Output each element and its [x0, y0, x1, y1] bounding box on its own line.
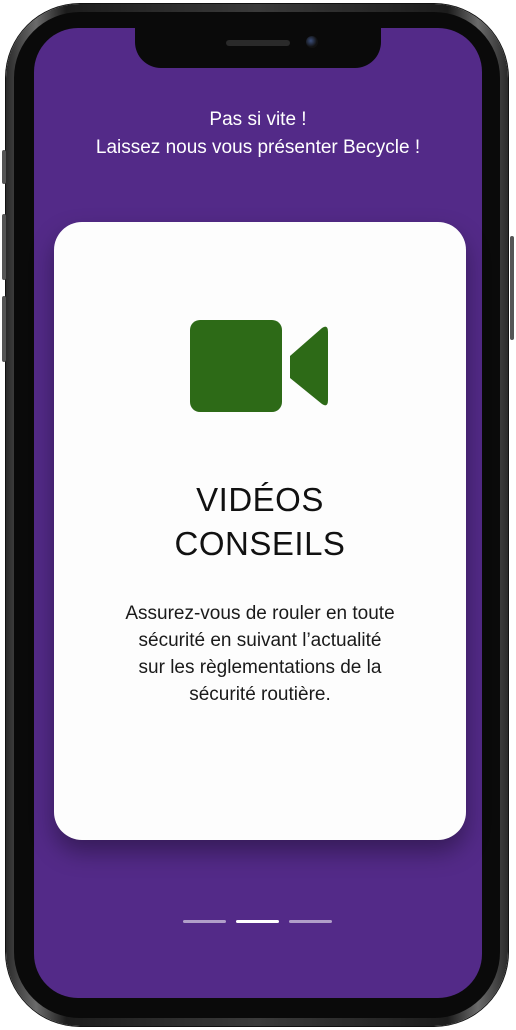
card-description: Assurez-vous de rouler en toute sécurité…: [54, 600, 466, 708]
intro-text: Pas si vite ! Laissez nous vous présente…: [34, 106, 482, 162]
page-dot-3[interactable]: [289, 920, 332, 923]
side-button-volume-up: [2, 214, 6, 280]
page-dot-2-active[interactable]: [236, 920, 279, 923]
video-camera-body: [190, 320, 282, 412]
side-button-power: [510, 236, 514, 340]
front-camera: [306, 36, 318, 48]
page-indicator: [183, 920, 333, 924]
card-title-line-1: VIDÉOS: [196, 481, 324, 518]
speaker-grille: [226, 40, 290, 46]
card-title: VIDÉOS CONSEILS: [54, 478, 466, 566]
video-camera-lens: [290, 326, 328, 406]
side-button-volume-down: [2, 296, 6, 362]
card-description-line-1: Assurez-vous de rouler en toute: [125, 603, 395, 624]
intro-line-1: Pas si vite !: [209, 109, 307, 130]
card-description-line-3: sur les règlementations de la: [138, 657, 382, 678]
card-description-line-2: sécurité en suivant l’actualité: [138, 630, 382, 651]
page-dot-1[interactable]: [183, 920, 226, 923]
card-title-line-2: CONSEILS: [174, 525, 346, 562]
intro-line-2: Laissez nous vous présenter Becycle !: [95, 137, 421, 158]
onboarding-card[interactable]: VIDÉOS CONSEILS Assurez-vous de rouler e…: [54, 222, 466, 840]
video-camera-icon: [190, 320, 328, 412]
notch: [135, 28, 381, 68]
card-description-line-4: sécurité routière.: [189, 684, 331, 705]
side-button-silent: [2, 150, 6, 184]
